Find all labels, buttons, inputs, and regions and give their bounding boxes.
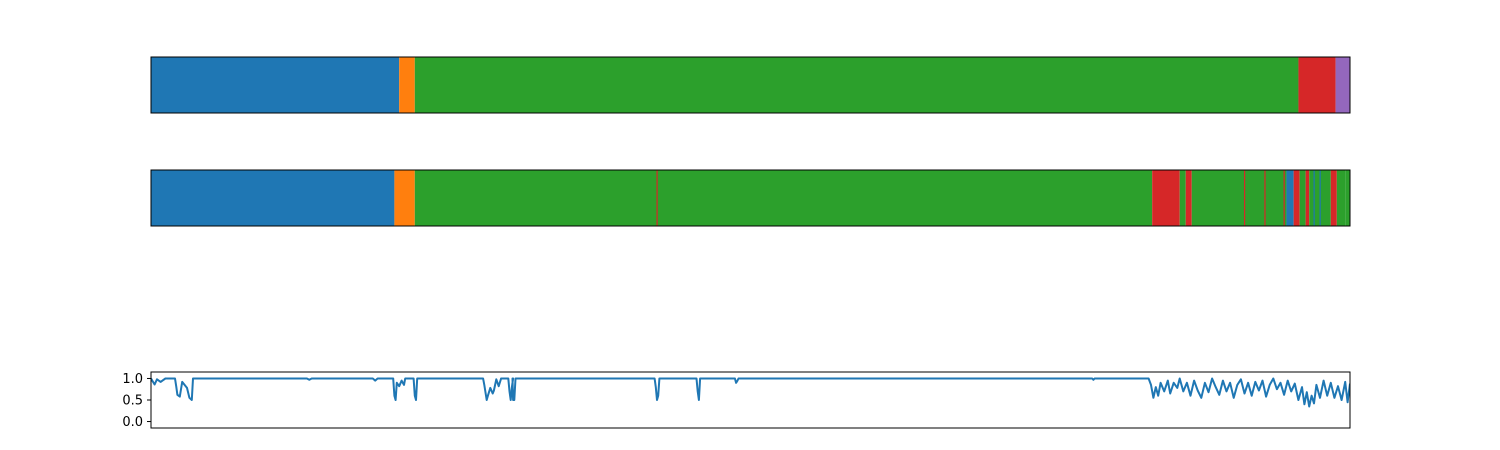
figure: 0.0 0.5 1.0	[122, 56, 1351, 430]
segment-red	[1305, 170, 1310, 226]
segment-green	[1345, 170, 1350, 226]
segment-purple	[1335, 57, 1350, 113]
segment-mark-red	[1243, 170, 1246, 226]
series-line	[151, 377, 1350, 408]
y-tick-label: 0.0	[122, 415, 143, 430]
segment-green	[1336, 170, 1346, 226]
segment-green	[1179, 170, 1186, 226]
segment-blue	[1286, 170, 1294, 226]
segment-mark-red	[1264, 170, 1266, 226]
segment-blue	[151, 57, 400, 113]
segment-green	[1299, 170, 1306, 226]
y-tick-label: 1.0	[122, 372, 143, 387]
state-bar-top	[150, 56, 1351, 114]
y-tick-label: 0.5	[122, 394, 143, 409]
segment-orange	[394, 170, 415, 226]
segment-mark-red	[1283, 170, 1285, 226]
segment-red	[1185, 170, 1192, 226]
segment-red	[1298, 57, 1336, 113]
segment-mark-blue	[1319, 170, 1321, 226]
segment-orange	[399, 57, 415, 113]
segment-green	[1191, 170, 1287, 226]
segment-mark-red	[656, 170, 658, 226]
segment-mark-blue	[1313, 170, 1315, 226]
segment-red	[1293, 170, 1300, 226]
segment-green	[414, 170, 1153, 226]
axes-frame	[150, 371, 1351, 429]
segment-red	[1152, 170, 1180, 226]
line-plot-bottom: 0.0 0.5 1.0	[122, 371, 1351, 430]
state-bar-middle	[150, 169, 1351, 227]
segment-red	[1330, 170, 1337, 226]
segment-green	[414, 57, 1299, 113]
segment-blue	[151, 170, 395, 226]
